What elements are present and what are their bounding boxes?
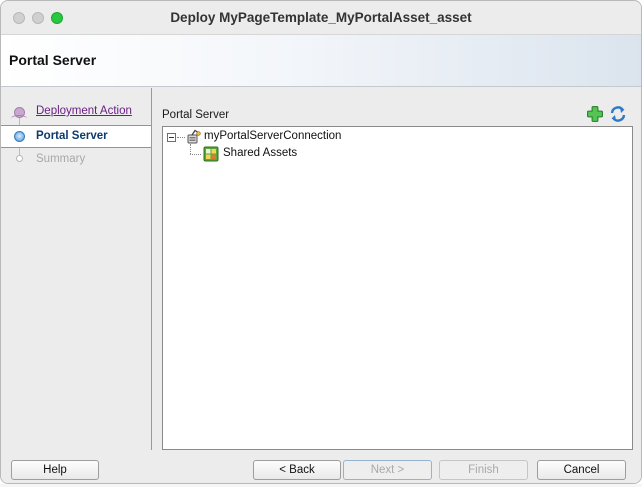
portal-server-tree[interactable]: myPortalServerConnection Shared Assets (162, 126, 633, 450)
wizard-header: Portal Server (1, 35, 641, 87)
help-button[interactable]: Help (11, 460, 99, 480)
step-portal-server[interactable]: Portal Server (1, 125, 151, 148)
title-bar[interactable]: Deploy MyPageTemplate_MyPortalAsset_asse… (1, 1, 641, 35)
tree-node-label[interactable]: Shared Assets (223, 147, 297, 159)
step-label: Summary (36, 153, 86, 165)
step-label[interactable]: Deployment Action (36, 105, 132, 117)
page-title: Portal Server (9, 52, 97, 68)
visited-step-icon (11, 107, 27, 118)
step-summary: Summary (1, 149, 151, 171)
tree-connector (190, 144, 191, 154)
tree-connector (190, 154, 201, 155)
tree-node-label[interactable]: myPortalServerConnection (204, 130, 341, 142)
back-button[interactable]: < Back (253, 460, 341, 480)
wizard-footer: Help < Back Next > Finish Cancel (1, 450, 641, 483)
future-step-icon (16, 155, 23, 162)
step-label: Portal Server (36, 130, 108, 142)
collapse-toggle[interactable] (167, 133, 176, 142)
current-step-icon (14, 131, 25, 142)
shared-assets-icon (203, 146, 219, 162)
step-deployment-action[interactable]: Deployment Action (1, 101, 151, 123)
server-connection-icon (185, 129, 201, 145)
green-plus-icon[interactable] (586, 105, 604, 123)
section-label: Portal Server (162, 109, 230, 121)
finish-button[interactable]: Finish (439, 460, 528, 480)
deploy-dialog: Deploy MyPageTemplate_MyPortalAsset_asse… (0, 0, 642, 484)
wizard-step-list: Deployment Action Portal Server Summary (1, 88, 152, 450)
cancel-button[interactable]: Cancel (537, 460, 626, 480)
tree-connector (177, 137, 185, 138)
main-content: Portal Server myPortalServerConnection S… (153, 88, 641, 450)
refresh-icon[interactable] (609, 105, 627, 123)
next-button[interactable]: Next > (343, 460, 432, 480)
window-title: Deploy MyPageTemplate_MyPortalAsset_asse… (170, 10, 472, 25)
